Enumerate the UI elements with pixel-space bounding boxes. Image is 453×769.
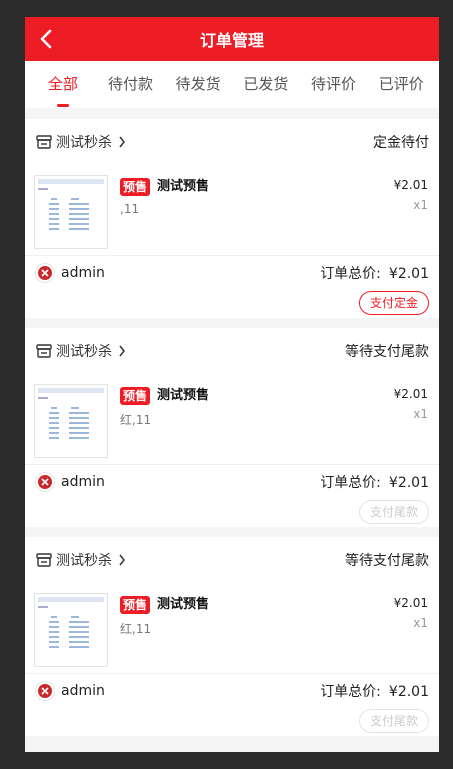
action-row: 支付尾款	[25, 708, 439, 735]
order-card[interactable]: 测试秒杀 定金待付 预售 测试预售 ,11 ¥2.01 x1 admin 订单总…	[25, 119, 439, 318]
order-item[interactable]: 预售 测试预售 ,11 ¥2.01 x1	[25, 165, 439, 255]
product-quantity: x1	[413, 616, 428, 630]
product-price: ¥2.01	[393, 387, 428, 401]
order-total: 订单总价: ¥2.01	[320, 472, 429, 492]
product-name: 测试预售	[157, 388, 210, 403]
presale-badge: 预售	[120, 178, 151, 196]
presale-badge: 预售	[120, 596, 151, 614]
order-item[interactable]: 预售 测试预售 红,11 ¥2.01 x1	[25, 583, 439, 673]
pay-button: 支付尾款	[358, 709, 429, 733]
chevron-right-icon	[119, 136, 125, 148]
total-amount: ¥2.01	[388, 266, 429, 282]
product-spec: 红,11	[120, 413, 152, 427]
total-amount: ¥2.01	[388, 684, 429, 700]
store-icon	[36, 135, 52, 149]
order-status: 等待支付尾款	[345, 553, 429, 569]
product-name: 测试预售	[157, 179, 210, 194]
user-name: admin	[61, 265, 105, 281]
order-status: 等待支付尾款	[345, 344, 429, 360]
product-thumbnail[interactable]	[34, 175, 108, 249]
product-price: ¥2.01	[393, 596, 428, 610]
order-card[interactable]: 测试秒杀 等待支付尾款 预售 测试预售 红,11 ¥2.01 x1 admin …	[25, 537, 439, 736]
order-status: 定金待付	[373, 135, 429, 151]
back-icon[interactable]	[35, 27, 59, 51]
product-price: ¥2.01	[393, 178, 428, 192]
shop-name: 测试秒杀	[56, 344, 112, 360]
phone-screen: 订单管理 全部 待付款 待发货 已发货 待评价 已评价 测试秒杀 定金待付 预售…	[25, 17, 439, 752]
tab-pending-payment[interactable]: 待付款	[97, 61, 165, 108]
action-row: 支付尾款	[25, 499, 439, 526]
order-list: 测试秒杀 定金待付 预售 测试预售 ,11 ¥2.01 x1 admin 订单总…	[25, 119, 439, 746]
product-spec: 红,11	[120, 622, 152, 636]
tab-all[interactable]: 全部	[29, 61, 97, 108]
order-summary: admin 订单总价: ¥2.01	[25, 464, 439, 499]
pay-button[interactable]: 支付定金	[358, 291, 429, 315]
order-total: 订单总价: ¥2.01	[320, 263, 429, 283]
total-amount: ¥2.01	[388, 475, 429, 491]
product-quantity: x1	[413, 407, 428, 421]
order-item[interactable]: 预售 测试预售 红,11 ¥2.01 x1	[25, 374, 439, 464]
shop-name: 测试秒杀	[56, 135, 112, 151]
product-thumbnail[interactable]	[34, 384, 108, 458]
total-label: 订单总价:	[320, 684, 381, 700]
total-label: 订单总价:	[320, 475, 381, 491]
tab-pending-review[interactable]: 待评价	[300, 61, 368, 108]
app-header: 订单管理	[25, 17, 439, 61]
user-name: admin	[61, 474, 105, 490]
order-tabs: 全部 待付款 待发货 已发货 待评价 已评价	[25, 61, 439, 108]
shop-row[interactable]: 测试秒杀 定金待付	[25, 119, 439, 165]
order-card[interactable]: 测试秒杀 等待支付尾款 预售 测试预售 红,11 ¥2.01 x1 admin …	[25, 328, 439, 527]
product-quantity: x1	[413, 198, 428, 212]
store-icon	[36, 344, 52, 358]
order-summary: admin 订单总价: ¥2.01	[25, 255, 439, 290]
tab-shipped[interactable]: 已发货	[232, 61, 300, 108]
avatar	[35, 472, 55, 492]
product-spec: ,11	[120, 202, 140, 216]
action-row: 支付定金	[25, 290, 439, 317]
avatar	[35, 263, 55, 283]
shop-row[interactable]: 测试秒杀 等待支付尾款	[25, 328, 439, 374]
shop-name: 测试秒杀	[56, 553, 112, 569]
page-title: 订单管理	[199, 31, 264, 50]
avatar	[35, 681, 55, 701]
user-name: admin	[61, 683, 105, 699]
order-summary: admin 订单总价: ¥2.01	[25, 673, 439, 708]
chevron-right-icon	[119, 554, 125, 566]
chevron-right-icon	[119, 345, 125, 357]
pay-button: 支付尾款	[358, 500, 429, 524]
presale-badge: 预售	[120, 387, 151, 405]
shop-row[interactable]: 测试秒杀 等待支付尾款	[25, 537, 439, 583]
tab-reviewed[interactable]: 已评价	[367, 61, 435, 108]
product-thumbnail[interactable]	[34, 593, 108, 667]
store-icon	[36, 553, 52, 567]
product-name: 测试预售	[157, 597, 210, 612]
order-total: 订单总价: ¥2.01	[320, 681, 429, 701]
tab-pending-shipment[interactable]: 待发货	[164, 61, 232, 108]
total-label: 订单总价:	[320, 266, 381, 282]
